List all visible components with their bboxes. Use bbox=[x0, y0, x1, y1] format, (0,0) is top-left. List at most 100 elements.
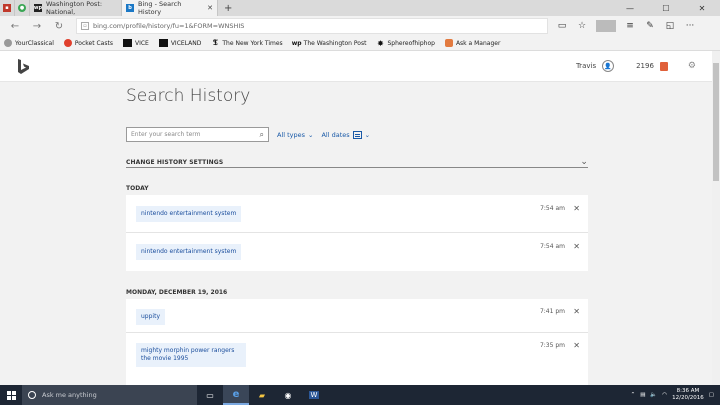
pinned-favicon-icon: ▪ bbox=[3, 4, 11, 12]
change-history-settings[interactable]: CHANGE HISTORY SETTINGS ⌄ bbox=[126, 157, 588, 168]
nyt-icon: 𝕿 bbox=[212, 38, 218, 47]
chevron-down-icon: ⌄ bbox=[364, 130, 371, 139]
chevron-down-icon: ⌄ bbox=[580, 157, 588, 167]
share-icon[interactable]: ◱ bbox=[660, 21, 680, 31]
tab-bing-search-history[interactable]: b Bing - Search History ✕ bbox=[122, 0, 218, 16]
filter-types-dropdown[interactable]: All types ⌄ bbox=[277, 131, 313, 139]
hub-icon[interactable]: ≡ bbox=[620, 21, 640, 31]
rewards-points[interactable]: 2196 bbox=[636, 62, 654, 70]
history-entry: uppity 7:41 pm ✕ bbox=[126, 299, 588, 333]
history-search-input[interactable] bbox=[131, 131, 251, 138]
pocket-casts-icon bbox=[63, 39, 72, 47]
tab-label: Bing - Search History bbox=[138, 0, 182, 16]
section-label-date: MONDAY, DECEMBER 19, 2016 bbox=[126, 289, 228, 296]
favorite-ask-a-manager[interactable]: Ask a Manager bbox=[444, 39, 500, 47]
filter-dates-dropdown[interactable]: All dates ⌄ bbox=[321, 130, 371, 139]
page-scrollbar[interactable] bbox=[712, 51, 720, 385]
address-bar[interactable]: ▫ bing.com/profile/history/fu=1&FORM=WNS… bbox=[76, 18, 548, 34]
forward-arrow-icon[interactable]: → bbox=[26, 21, 48, 32]
chevron-down-icon: ⌄ bbox=[308, 130, 314, 139]
web-note-icon[interactable]: ✎ bbox=[640, 21, 660, 31]
bing-header: Travis 👤 2196 ⚙ bbox=[0, 51, 712, 82]
close-tab-icon[interactable]: ✕ bbox=[207, 4, 213, 12]
rewards-medal-icon[interactable] bbox=[659, 61, 668, 71]
history-query-link[interactable]: uppity bbox=[136, 309, 165, 325]
user-name[interactable]: Travis bbox=[576, 62, 596, 70]
minimize-icon[interactable]: — bbox=[612, 0, 648, 16]
favorite-vice[interactable]: VICE bbox=[122, 39, 149, 47]
calendar-icon bbox=[352, 130, 362, 139]
favorites-bar: YourClassical Pocket Casts VICE VICELAND… bbox=[0, 36, 720, 51]
pinned-tab-2[interactable]: ● bbox=[15, 0, 30, 16]
network-icon[interactable]: ▤ bbox=[640, 392, 645, 398]
delete-entry-icon[interactable]: ✕ bbox=[573, 307, 580, 316]
delete-entry-icon[interactable]: ✕ bbox=[573, 204, 580, 213]
cortana-search-box[interactable]: Ask me anything bbox=[22, 385, 197, 405]
windows-taskbar: Ask me anything ▭ e ▰ ◉ W ⌃ ▤ 🔈 ◠ 8:36 A… bbox=[0, 385, 720, 405]
settings-gear-icon[interactable]: ⚙ bbox=[688, 61, 696, 71]
reading-view-icon[interactable]: ▭ bbox=[552, 21, 572, 31]
history-time: 7:54 am bbox=[540, 205, 565, 212]
history-search-box: ⌕ bbox=[126, 127, 269, 142]
new-tab-button[interactable]: + bbox=[218, 0, 238, 16]
tab-strip: ▪ ● wp Washington Post: National, b Bing… bbox=[0, 0, 720, 16]
history-entry: nintendo entertainment system 7:54 am ✕ bbox=[126, 233, 588, 271]
history-query-link[interactable]: mighty morphin power rangers the movie 1… bbox=[136, 343, 246, 367]
wp-icon: wp bbox=[291, 39, 302, 47]
avatar[interactable]: 👤 bbox=[602, 60, 615, 72]
start-button[interactable] bbox=[0, 385, 22, 405]
globe-icon bbox=[4, 39, 12, 47]
history-card-dec-19: uppity 7:41 pm ✕ mighty morphin power ra… bbox=[126, 299, 588, 385]
favorite-pocket-casts[interactable]: Pocket Casts bbox=[63, 39, 113, 47]
action-center-icon[interactable]: ▢ bbox=[709, 392, 714, 398]
favorite-sphereofhiphop[interactable]: ✸ Sphereofhiphop bbox=[376, 38, 435, 48]
viceland-icon bbox=[158, 39, 168, 47]
favorite-washington-post[interactable]: wp The Washington Post bbox=[291, 39, 367, 47]
history-query-link[interactable]: nintendo entertainment system bbox=[136, 244, 242, 260]
favorite-nytimes[interactable]: 𝕿 The New York Times bbox=[211, 38, 283, 47]
close-window-icon[interactable]: ✕ bbox=[684, 0, 720, 16]
delete-entry-icon[interactable]: ✕ bbox=[573, 341, 580, 350]
history-time: 7:54 am bbox=[540, 243, 565, 250]
page-title: Search History bbox=[126, 86, 251, 106]
edge-browser-icon[interactable]: e bbox=[223, 385, 249, 405]
url-text: bing.com/profile/history/fu=1&FORM=WNSHI… bbox=[93, 22, 245, 30]
back-arrow-icon[interactable]: ← bbox=[4, 21, 26, 32]
address-toolbar: ← → ↻ ▫ bing.com/profile/history/fu=1&FO… bbox=[0, 16, 720, 36]
vice-icon bbox=[122, 39, 132, 47]
refresh-icon[interactable]: ↻ bbox=[48, 21, 70, 32]
delete-entry-icon[interactable]: ✕ bbox=[573, 242, 580, 251]
bing-favicon-icon: b bbox=[126, 4, 134, 12]
media-player-icon[interactable]: ◉ bbox=[275, 385, 301, 405]
history-entry: nintendo entertainment system 7:54 am ✕ bbox=[126, 195, 588, 233]
history-time: 7:41 pm bbox=[539, 308, 565, 315]
favorite-viceland[interactable]: VICELAND bbox=[158, 39, 201, 47]
favorite-yourclassical[interactable]: YourClassical bbox=[4, 39, 54, 47]
word-icon[interactable]: W bbox=[301, 385, 327, 405]
notification-chevron-icon[interactable]: ⌃ bbox=[631, 392, 636, 398]
history-query-link[interactable]: nintendo entertainment system bbox=[136, 206, 242, 222]
favorite-star-icon[interactable]: ☆ bbox=[572, 21, 592, 31]
history-card-today: nintendo entertainment system 7:54 am ✕ … bbox=[126, 195, 588, 271]
search-icon[interactable]: ⌕ bbox=[260, 130, 264, 140]
ask-a-manager-icon bbox=[444, 39, 453, 47]
history-time: 7:35 pm bbox=[539, 342, 565, 349]
file-explorer-icon[interactable]: ▰ bbox=[249, 385, 275, 405]
pinned-favicon-icon: ● bbox=[18, 4, 26, 12]
maximize-icon[interactable]: ☐ bbox=[648, 0, 684, 16]
tab-washington-post[interactable]: wp Washington Post: National, bbox=[30, 0, 122, 16]
section-label-today: TODAY bbox=[126, 185, 149, 192]
scroll-thumb[interactable] bbox=[713, 63, 719, 181]
system-tray: ⌃ ▤ 🔈 ◠ 8:36 AM 12/20/2016 ▢ bbox=[631, 388, 720, 402]
washington-post-favicon-icon: wp bbox=[33, 4, 43, 12]
wifi-icon[interactable]: ◠ bbox=[662, 392, 667, 398]
pinned-tab-1[interactable]: ▪ bbox=[0, 0, 15, 16]
bing-logo-icon[interactable] bbox=[17, 58, 31, 76]
star-burst-icon: ✸ bbox=[377, 38, 384, 48]
page-icon: ▫ bbox=[81, 22, 89, 30]
volume-icon[interactable]: 🔈 bbox=[650, 392, 657, 398]
history-entry: mighty morphin power rangers the movie 1… bbox=[126, 333, 588, 378]
taskbar-clock[interactable]: 8:36 AM 12/20/2016 bbox=[672, 388, 704, 402]
task-view-icon[interactable]: ▭ bbox=[197, 385, 223, 405]
more-icon[interactable]: ··· bbox=[680, 21, 700, 31]
